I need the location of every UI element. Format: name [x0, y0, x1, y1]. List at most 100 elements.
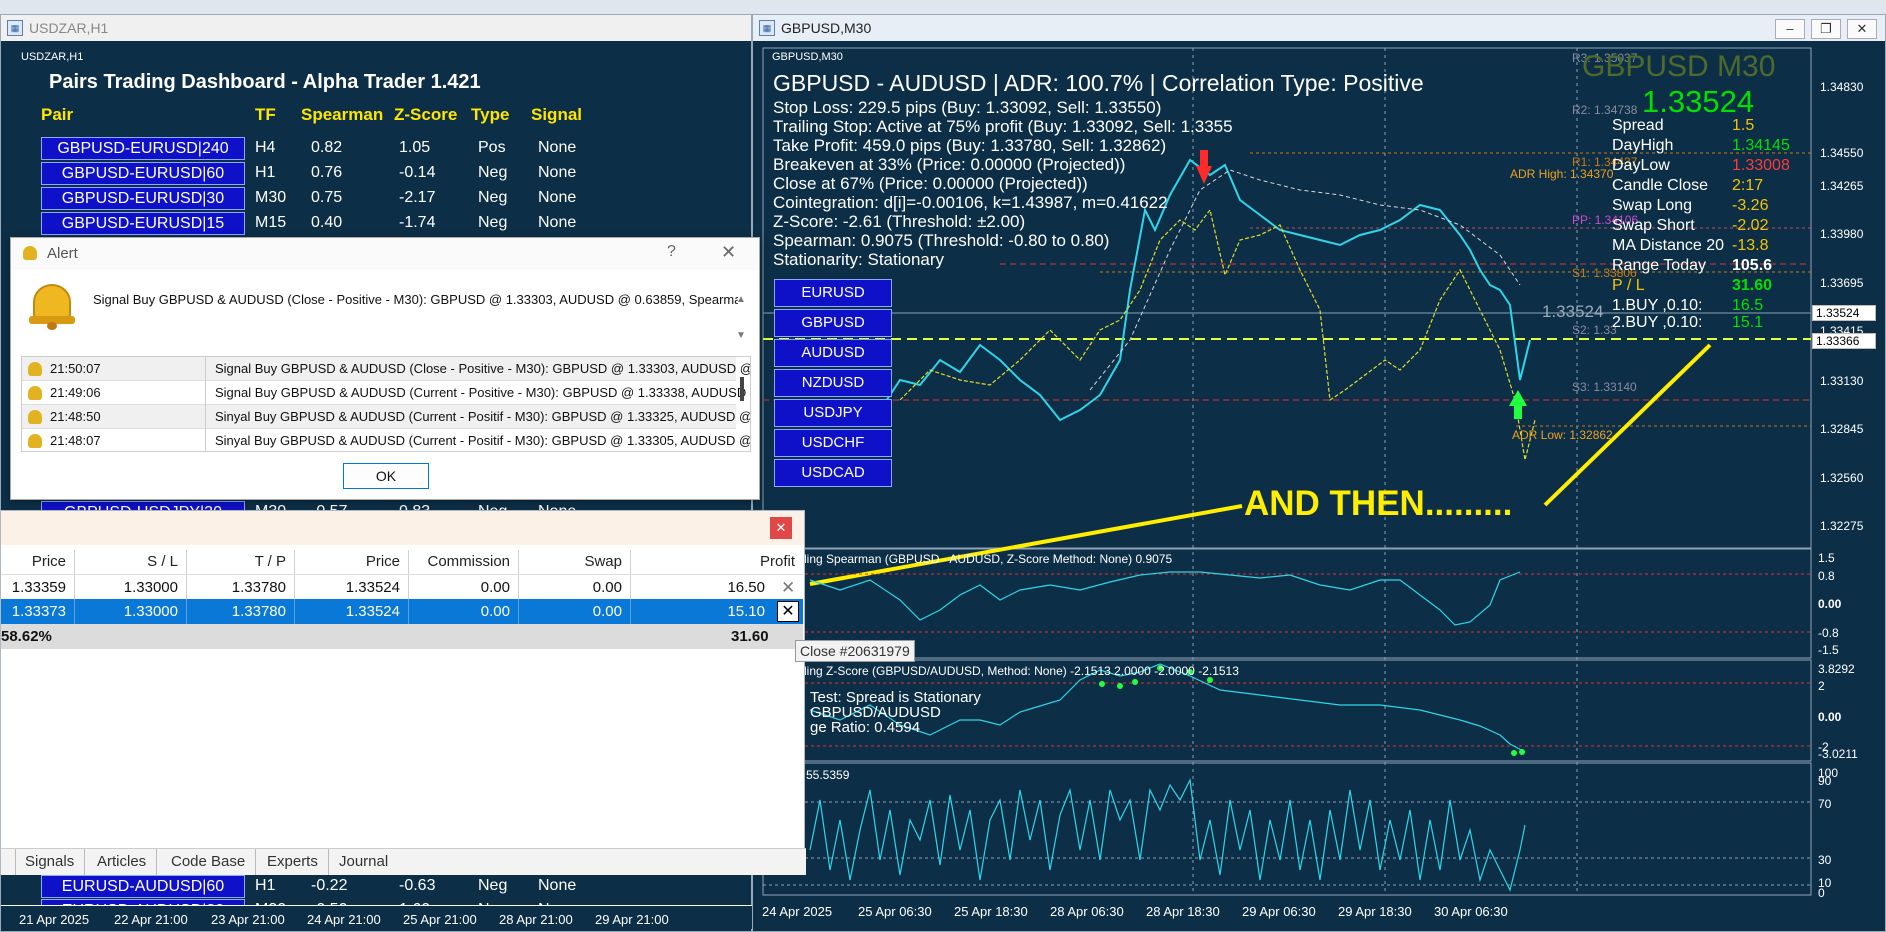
scroll-up-icon[interactable]: ▲ [736, 294, 746, 305]
alert-list-item[interactable]: 21:48:50 Sinyal Buy GBPUSD & AUDUSD (Cur… [22, 405, 750, 429]
stat-label: DayHigh [1612, 137, 1674, 154]
stat-label: MA Distance 20 [1612, 237, 1725, 254]
info-breakeven: Breakeven at 33% (Price: 0.00000 (Projec… [773, 155, 1126, 174]
x-date: 29 Apr 06:30 [1242, 904, 1316, 919]
usdzar-chart-label: USDZAR,H1 [21, 51, 84, 63]
summary-row: 58.62% 31.60 [1, 624, 803, 649]
pair-button[interactable]: GBPUSD-EURUSD|15 [41, 212, 245, 235]
symbol-button-usdchf[interactable]: USDCHF [774, 429, 892, 457]
trade-profit: 16.50 [727, 579, 765, 596]
alert-list-item[interactable]: 21:50:07 Signal Buy GBPUSD & AUDUSD (Clo… [22, 357, 750, 381]
alert-ok-button[interactable]: OK [343, 463, 429, 489]
stat-label: 2.BUY ,0.10: [1612, 314, 1703, 331]
list-scrollbar[interactable] [740, 377, 744, 401]
info-zscore: Z-Score: -2.61 (Threshold: ±2.00) [773, 212, 1026, 231]
usdzar-titlebar[interactable]: ▦ USDZAR,H1 [1, 15, 751, 41]
col-swap[interactable]: Swap [519, 550, 631, 574]
col-price[interactable]: Price [295, 550, 409, 574]
pair-button[interactable]: EURUSD-AUDUSD|60 [41, 875, 245, 898]
col-open-price[interactable]: Price [1, 550, 75, 574]
summary-profit: 31.60 [731, 628, 769, 645]
minimize-button[interactable]: – [1775, 19, 1805, 39]
info-stop-loss: Stop Loss: 229.5 pips (Buy: 1.33092, Sel… [773, 98, 1162, 117]
trade-tp: 1.33780 [187, 599, 295, 624]
toolbox-tabs: Signals Articles Code Base Experts Journ… [1, 848, 806, 875]
spearman-tick: -1.5 [1818, 643, 1839, 657]
zscore-tick: -3.0211 [1818, 747, 1858, 761]
gbpusd-titlebar[interactable]: ▦ GBPUSD,M30 – ❐ ✕ [753, 15, 1885, 41]
alert-dialog[interactable]: Alert ? ✕ Signal Buy GBPUSD & AUDUSD (Cl… [10, 237, 760, 500]
stat-value: 1.33008 [1732, 157, 1790, 174]
pair-button[interactable]: GBPUSD-EURUSD|30 [41, 187, 245, 210]
alert-history-list[interactable]: 21:50:07 Signal Buy GBPUSD & AUDUSD (Clo… [21, 356, 751, 452]
price-tick: 1.34550 [1820, 146, 1864, 160]
x-date: 28 Apr 21:00 [499, 912, 573, 927]
toolbox-close-button[interactable]: ✕ [770, 517, 792, 539]
alert-list-item[interactable]: 21:48:07 Sinyal Buy GBPUSD & AUDUSD (Cur… [22, 429, 750, 451]
row-zscore: -1.74 [399, 214, 436, 231]
row-tf: H1 [255, 164, 276, 181]
zscore-notes: Test: Spread is Stationary GBPUSD/AUDUSD… [810, 690, 981, 735]
symbol-button-usdcad[interactable]: USDCAD [774, 459, 892, 487]
symbol-button-nzdusd[interactable]: NZDUSD [774, 369, 892, 397]
spearman-title: ding Spearman (GBPUSD - AUDUSD, Z-Score … [800, 552, 1173, 566]
osc-title: 55.5359 [806, 768, 850, 782]
level-adr-low: ADR Low: 1.32862 [1512, 428, 1613, 442]
dashboard-row-partial: EURUSD-AUDUSD|60 H1 -0.22 -0.63 Neg None [41, 875, 741, 898]
info-cointegration: Cointegration: d[i]=-0.00106, k=1.43987,… [773, 193, 1168, 212]
x-date: 22 Apr 21:00 [114, 912, 188, 927]
close-position-icon[interactable]: ✕ [781, 575, 795, 600]
price-tick: 1.32560 [1820, 471, 1864, 485]
symbol-button-usdjpy[interactable]: USDJPY [774, 399, 892, 427]
alert-time: 21:48:50 [50, 409, 101, 424]
gbpusd-chart-label: GBPUSD,M30 [772, 51, 843, 63]
pair-button[interactable]: GBPUSD-EURUSD|60 [41, 162, 245, 185]
chart-window-icon: ▦ [7, 20, 23, 36]
trade-row-selected[interactable]: 1.33373 1.33000 1.33780 1.33524 0.00 0.0… [1, 599, 803, 624]
window-close-button[interactable]: ✕ [1847, 19, 1877, 39]
tab-experts[interactable]: Experts [257, 849, 329, 875]
stat-value: -13.8 [1732, 237, 1769, 254]
header-signal: Signal [531, 105, 583, 124]
price-tick: 1.34830 [1820, 80, 1864, 94]
stat-label: Swap Long [1612, 197, 1693, 214]
symbol-button-eurusd[interactable]: EURUSD [774, 279, 892, 307]
alert-close-button[interactable]: ✕ [721, 242, 736, 263]
row-signal: None [538, 139, 577, 156]
tab-code-base[interactable]: Code Base [161, 849, 257, 875]
trade-toolbox[interactable]: ✕ Price S / L T / P Price Commission Swa… [0, 510, 806, 875]
alert-list-item[interactable]: 21:49:06 Signal Buy GBPUSD & AUDUSD (Cur… [22, 381, 750, 405]
spearman-tick: 0.8 [1818, 569, 1835, 583]
close-tooltip: Close #20631979 [795, 640, 915, 662]
col-sl[interactable]: S / L [75, 550, 187, 574]
tab-articles[interactable]: Articles [87, 849, 158, 875]
price-tick: 1.33695 [1820, 276, 1864, 290]
col-tp[interactable]: T / P [187, 550, 295, 574]
alert-titlebar[interactable]: Alert ? ✕ [11, 238, 759, 270]
symbol-button-gbpusd[interactable]: GBPUSD [774, 309, 892, 337]
header-pair: Pair [41, 105, 74, 124]
row-type: Neg [478, 164, 508, 181]
x-date: 28 Apr 18:30 [1146, 904, 1220, 919]
tab-journal[interactable]: Journal [329, 849, 398, 875]
pair-button[interactable]: GBPUSD-EURUSD|240 [41, 137, 245, 160]
trade-row[interactable]: 1.33359 1.33000 1.33780 1.33524 0.00 0.0… [1, 574, 803, 600]
row-spearman: 0.40 [311, 214, 343, 231]
scroll-down-icon[interactable]: ▼ [736, 330, 746, 341]
symbol-button-audusd[interactable]: AUDUSD [774, 339, 892, 367]
stat-value: 2:17 [1732, 177, 1764, 194]
col-commission[interactable]: Commission [409, 550, 519, 574]
row-tf: M30 [255, 189, 287, 206]
close-position-icon[interactable]: ✕ [777, 601, 799, 622]
tab-signals[interactable]: Signals [15, 849, 86, 875]
alert-time: 21:49:06 [50, 385, 101, 400]
alert-help-button[interactable]: ? [667, 243, 676, 261]
col-profit[interactable]: Profit [631, 550, 803, 574]
maximize-button[interactable]: ❐ [1811, 19, 1841, 39]
osc-tick: 30 [1818, 853, 1832, 867]
bell-icon [28, 410, 42, 424]
stat-label: 1.BUY ,0.10: [1612, 297, 1703, 314]
live-price-label: 1.33524 [1542, 302, 1604, 321]
stat-label: P / L [1612, 277, 1645, 294]
stat-label: Candle Close [1612, 177, 1709, 194]
